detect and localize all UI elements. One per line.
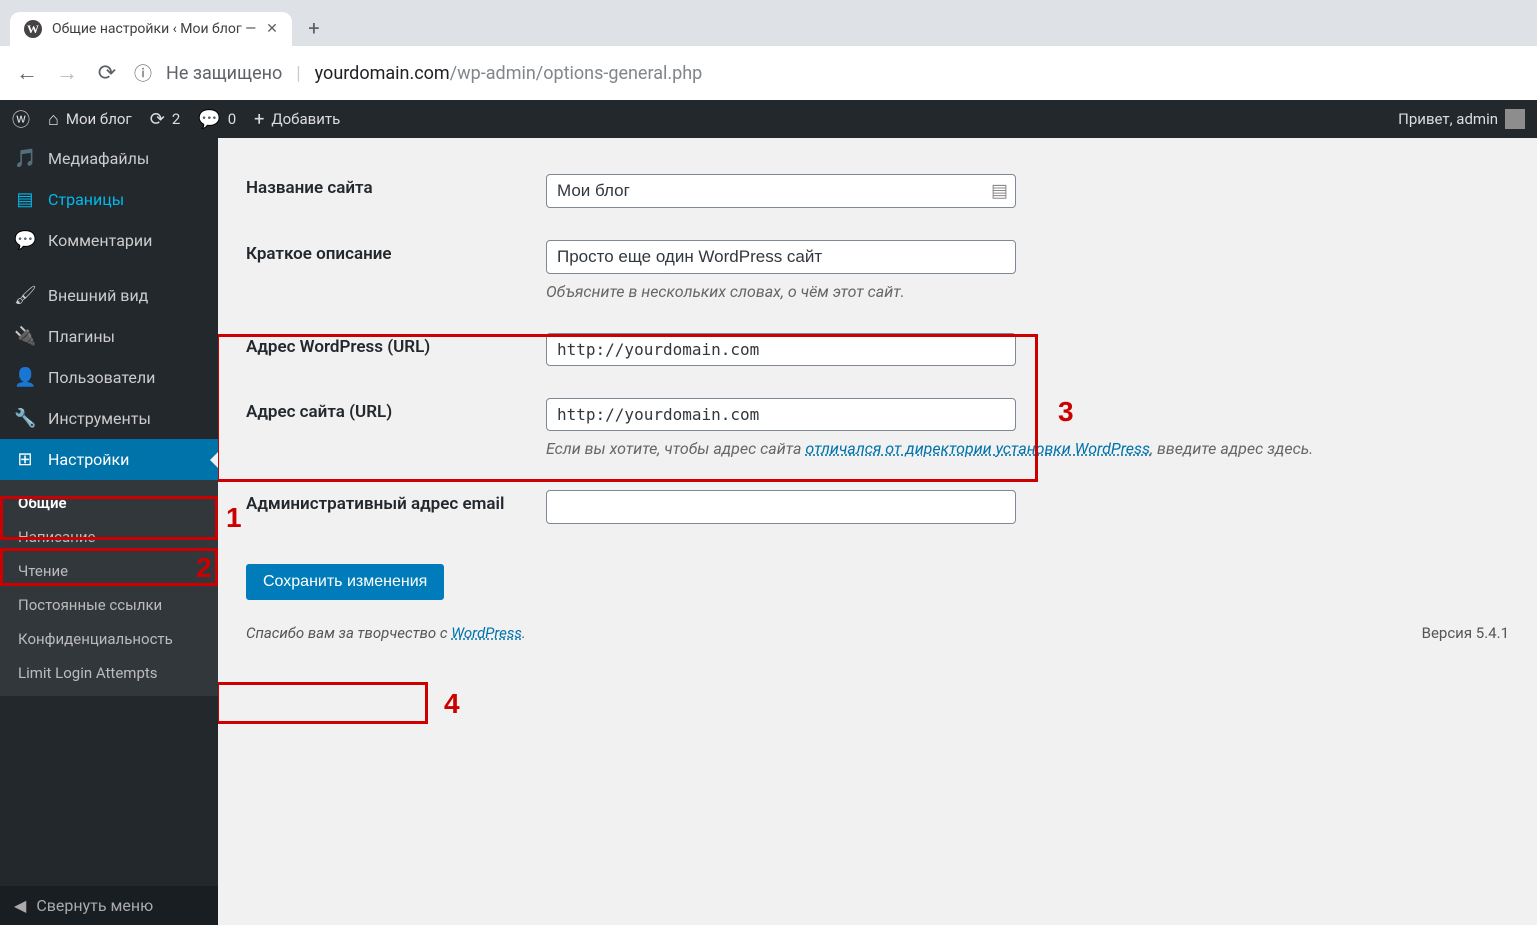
wordpress-link[interactable]: WordPress <box>451 624 522 642</box>
collapse-menu-button[interactable]: ◀Свернуть меню <box>0 886 218 925</box>
comments-link[interactable]: 💬0 <box>198 109 236 130</box>
users-icon: 👤 <box>14 367 36 388</box>
submenu-limit-login[interactable]: Limit Login Attempts <box>0 656 218 690</box>
tagline-description: Объясните в нескольких словах, о чём это… <box>546 282 1509 301</box>
sidebar-item-appearance[interactable]: 🖌Внешний вид <box>0 275 218 316</box>
avatar <box>1505 109 1525 129</box>
annotation-num-4: 4 <box>444 688 460 720</box>
submenu-general[interactable]: Общие <box>0 486 218 520</box>
update-icon: ⟳ <box>150 109 165 130</box>
submenu-privacy[interactable]: Конфиденциальность <box>0 622 218 656</box>
new-tab-button[interactable]: + <box>300 14 328 42</box>
tab-title: Общие настройки ‹ Мои блог — <box>52 21 256 37</box>
tagline-label: Краткое описание <box>246 224 546 317</box>
forward-button[interactable]: → <box>54 60 80 86</box>
site-title-input[interactable] <box>546 174 1016 208</box>
wpurl-input[interactable] <box>546 333 1016 366</box>
content-area: Название сайта ▤ Краткое описание Объясн… <box>218 138 1537 925</box>
sidebar-item-pages[interactable]: ▤Страницы <box>0 179 218 220</box>
wp-admin-bar: ⓦ ⌂Мои блог ⟳2 💬0 +Добавить Привет, admi… <box>0 100 1537 138</box>
sidebar-item-plugins[interactable]: 🔌Плагины <box>0 316 218 357</box>
browser-nav-bar: ← → ⟳ ⓘ Не защищено | yourdomain.com/wp-… <box>0 46 1537 100</box>
plus-icon: + <box>254 109 264 130</box>
user-menu[interactable]: Привет, admin <box>1398 109 1525 129</box>
autofill-icon[interactable]: ▤ <box>991 181 1008 202</box>
pages-icon: ▤ <box>14 189 36 210</box>
siteurl-help-link[interactable]: отличался от директории установки WordPr… <box>805 439 1150 458</box>
settings-icon: ⊞ <box>14 449 36 470</box>
browser-chrome: W Общие настройки ‹ Мои блог — ✕ + ← → ⟳… <box>0 0 1537 100</box>
sidebar-item-comments[interactable]: 💬Комментарии <box>0 220 218 261</box>
admin-email-input[interactable] <box>546 490 1016 524</box>
home-icon: ⌂ <box>48 109 59 130</box>
plugin-icon: 🔌 <box>14 326 36 347</box>
wordpress-favicon: W <box>24 20 42 38</box>
footer: Спасибо вам за творчество с WordPress. В… <box>246 610 1509 656</box>
add-new-link[interactable]: +Добавить <box>254 109 340 130</box>
site-name-link[interactable]: ⌂Мои блог <box>48 109 132 130</box>
admin-sidebar: 🎵Медиафайлы ▤Страницы 💬Комментарии 🖌Внеш… <box>0 138 218 925</box>
site-title-label: Название сайта <box>246 158 546 224</box>
sidebar-item-settings[interactable]: ⊞Настройки <box>0 439 218 480</box>
sidebar-item-tools[interactable]: 🔧Инструменты <box>0 398 218 439</box>
tab-bar: W Общие настройки ‹ Мои блог — ✕ + <box>0 0 1537 46</box>
wpurl-label: Адрес WordPress (URL) <box>246 317 546 382</box>
collapse-icon: ◀ <box>14 896 26 915</box>
url-domain: yourdomain.com <box>315 63 450 84</box>
sidebar-item-media[interactable]: 🎵Медиафайлы <box>0 138 218 179</box>
url-path: /wp-admin/options-general.php <box>450 63 703 84</box>
sidebar-item-users[interactable]: 👤Пользователи <box>0 357 218 398</box>
settings-form: Название сайта ▤ Краткое описание Объясн… <box>246 158 1509 540</box>
back-button[interactable]: ← <box>14 60 40 86</box>
comments-icon: 💬 <box>14 230 36 251</box>
submenu-writing[interactable]: Написание <box>0 520 218 554</box>
siteurl-input[interactable] <box>546 398 1016 431</box>
siteurl-label: Адрес сайта (URL) <box>246 382 546 474</box>
wordpress-icon: ⓦ <box>12 106 30 132</box>
address-bar[interactable]: ⓘ Не защищено | yourdomain.com/wp-admin/… <box>134 60 1523 86</box>
admin-email-label: Административный адрес email <box>246 474 546 540</box>
settings-submenu: Общие Написание Чтение Постоянные ссылки… <box>0 480 218 696</box>
security-warning: Не защищено <box>166 63 282 84</box>
siteurl-description: Если вы хотите, чтобы адрес сайта отлича… <box>546 439 1509 458</box>
annotation-box-4 <box>218 682 428 724</box>
browser-tab[interactable]: W Общие настройки ‹ Мои блог — ✕ <box>10 12 292 46</box>
comment-icon: 💬 <box>198 109 220 130</box>
version-text: Версия 5.4.1 <box>1422 624 1509 642</box>
media-icon: 🎵 <box>14 148 36 169</box>
submenu-permalinks[interactable]: Постоянные ссылки <box>0 588 218 622</box>
submenu-reading[interactable]: Чтение <box>0 554 218 588</box>
wp-logo-menu[interactable]: ⓦ <box>12 106 30 132</box>
brush-icon: 🖌 <box>14 285 36 306</box>
updates-link[interactable]: ⟳2 <box>150 109 181 130</box>
reload-button[interactable]: ⟳ <box>94 61 120 86</box>
tools-icon: 🔧 <box>14 408 36 429</box>
info-icon[interactable]: ⓘ <box>134 60 152 86</box>
tagline-input[interactable] <box>546 240 1016 274</box>
close-tab-icon[interactable]: ✕ <box>266 21 278 37</box>
save-button[interactable]: Сохранить изменения <box>246 564 444 600</box>
